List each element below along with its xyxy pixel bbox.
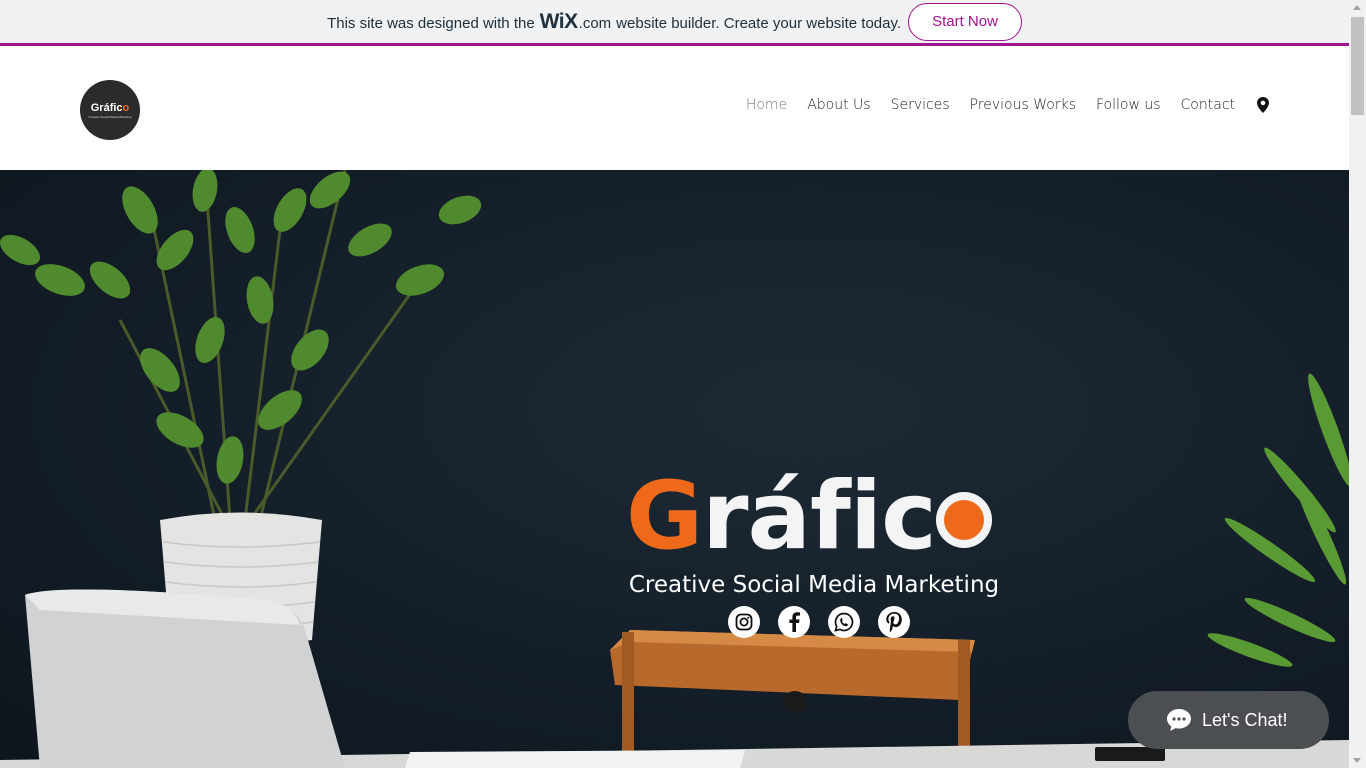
hero-tagline: Creative Social Media Marketing bbox=[628, 572, 1000, 598]
main-nav: Home About Us Services Previous Works Fo… bbox=[726, 97, 1269, 113]
scroll-down-arrow[interactable] bbox=[1353, 758, 1361, 763]
map-pin-icon[interactable] bbox=[1257, 97, 1269, 113]
brand-letters-fic: fic bbox=[809, 462, 937, 571]
banner-text: This site was designed with the WiX .com… bbox=[327, 10, 901, 34]
chat-label: Let's Chat! bbox=[1202, 709, 1288, 730]
whatsapp-icon[interactable] bbox=[828, 606, 860, 638]
pinterest-icon[interactable] bbox=[878, 606, 910, 638]
nav-contact[interactable]: Contact bbox=[1181, 97, 1235, 113]
brand-o-letter bbox=[935, 488, 992, 548]
nav-home[interactable]: Home bbox=[746, 97, 787, 113]
logo-title: Gráfico bbox=[90, 101, 130, 114]
chat-bubble-icon bbox=[1167, 709, 1191, 731]
social-bar bbox=[728, 606, 928, 638]
site-logo[interactable]: Gráfico Creative Social Media Marketing bbox=[80, 80, 140, 140]
start-now-button[interactable]: Start Now bbox=[908, 2, 1022, 41]
nav-services[interactable]: Services bbox=[891, 97, 950, 113]
brand-logo: Gráfic bbox=[626, 470, 1002, 564]
wix-promo-banner: This site was designed with the WiX .com… bbox=[0, 0, 1349, 46]
scrollbar-thumb[interactable] bbox=[1351, 17, 1364, 115]
wix-logo: WiX bbox=[539, 9, 578, 33]
banner-text-after: website builder. Create your website tod… bbox=[616, 14, 902, 32]
lets-chat-button[interactable]: Let's Chat! bbox=[1128, 691, 1329, 749]
hero-section: Gráfic Creative Social Media Marketing bbox=[0, 170, 1349, 768]
brand-letters-ra: rá bbox=[702, 462, 811, 571]
facebook-icon[interactable] bbox=[778, 606, 810, 638]
brand-letter-g: G bbox=[626, 462, 703, 571]
nav-about-us[interactable]: About Us bbox=[807, 97, 870, 113]
wix-dotcom: .com bbox=[578, 14, 612, 32]
brand-orange-dot bbox=[943, 500, 984, 540]
site-header: Gráfico Creative Social Media Marketing … bbox=[0, 49, 1349, 170]
instagram-icon[interactable] bbox=[728, 606, 760, 638]
page-scrollbar[interactable] bbox=[1349, 0, 1366, 768]
brand-wordmark: Gráfic bbox=[626, 470, 1002, 564]
nav-follow-us[interactable]: Follow us bbox=[1096, 97, 1161, 113]
scroll-up-arrow[interactable] bbox=[1353, 5, 1361, 10]
nav-previous-works[interactable]: Previous Works bbox=[970, 97, 1076, 113]
banner-text-before: This site was designed with the bbox=[327, 14, 535, 32]
logo-subtitle: Creative Social Media Marketing bbox=[88, 114, 132, 119]
